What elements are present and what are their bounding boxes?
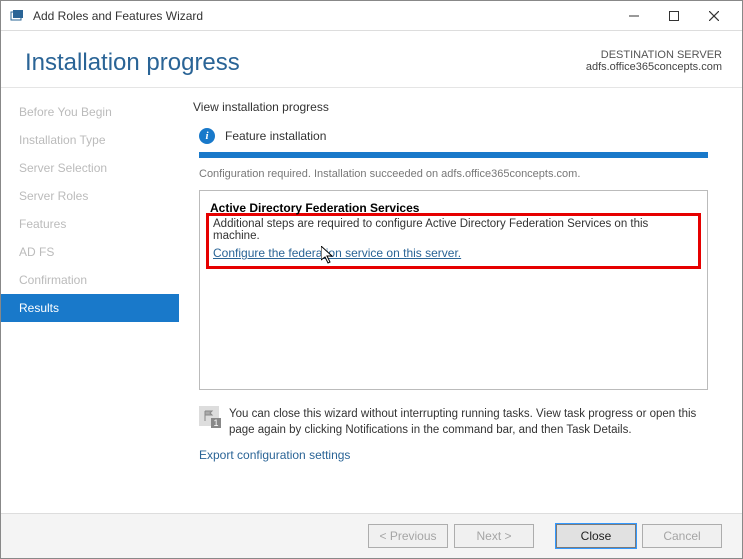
sidebar-item-server-selection: Server Selection xyxy=(1,154,179,182)
sidebar-item-features: Features xyxy=(1,210,179,238)
export-link[interactable]: Export configuration settings xyxy=(193,444,714,472)
app-icon xyxy=(9,8,25,24)
sidebar-item-confirmation: Confirmation xyxy=(1,266,179,294)
close-wizard-button[interactable]: Close xyxy=(556,524,636,548)
feature-label: Feature installation xyxy=(225,129,326,143)
window-title: Add Roles and Features Wizard xyxy=(33,9,614,23)
content-area: Before You Begin Installation Type Serve… xyxy=(1,88,742,513)
configure-link-text: Configure the federation service on this… xyxy=(213,246,461,260)
header: Installation progress DESTINATION SERVER… xyxy=(1,31,742,88)
note-row: You can close this wizard without interr… xyxy=(193,400,714,444)
page-title: Installation progress xyxy=(25,49,240,77)
status-text: Configuration required. Installation suc… xyxy=(193,168,714,180)
wizard-window: Add Roles and Features Wizard Installati… xyxy=(0,0,743,559)
flag-icon xyxy=(199,406,219,426)
destination-info: DESTINATION SERVER adfs.office365concept… xyxy=(586,49,722,73)
highlight-box: Additional steps are required to configu… xyxy=(206,213,701,269)
note-text: You can close this wizard without interr… xyxy=(229,406,708,438)
sidebar-item-installation-type: Installation Type xyxy=(1,126,179,154)
destination-label: DESTINATION SERVER xyxy=(586,49,722,61)
progress-bar xyxy=(199,152,708,158)
sidebar-item-server-roles: Server Roles xyxy=(1,182,179,210)
panel-desc: Additional steps are required to configu… xyxy=(213,218,694,242)
next-button: Next > xyxy=(454,524,534,548)
close-button[interactable] xyxy=(694,1,734,31)
sidebar: Before You Begin Installation Type Serve… xyxy=(1,88,179,513)
configure-link[interactable]: Configure the federation service on this… xyxy=(213,246,461,260)
sidebar-item-results[interactable]: Results xyxy=(1,294,179,322)
previous-button: < Previous xyxy=(368,524,448,548)
subheading: View installation progress xyxy=(193,100,714,114)
cursor-icon xyxy=(321,246,337,266)
main-panel: View installation progress i Feature ins… xyxy=(179,88,742,513)
titlebar: Add Roles and Features Wizard xyxy=(1,1,742,31)
results-panel: Active Directory Federation Services Add… xyxy=(199,190,708,390)
window-controls xyxy=(614,1,734,30)
info-icon: i xyxy=(199,128,215,144)
sidebar-item-before-you-begin: Before You Begin xyxy=(1,98,179,126)
destination-server: adfs.office365concepts.com xyxy=(586,61,722,73)
maximize-button[interactable] xyxy=(654,1,694,31)
minimize-button[interactable] xyxy=(614,1,654,31)
sidebar-item-ad-fs: AD FS xyxy=(1,238,179,266)
cancel-button: Cancel xyxy=(642,524,722,548)
footer: < Previous Next > Close Cancel xyxy=(1,513,742,558)
feature-row: i Feature installation xyxy=(193,128,714,144)
